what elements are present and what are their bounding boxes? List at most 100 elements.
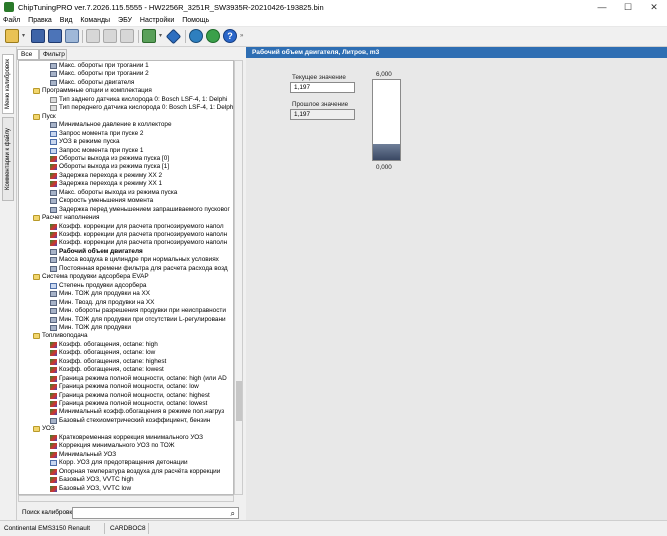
tree-item[interactable]: Задержка перехода к режиму ХХ 2 — [50, 172, 233, 181]
tab-calibration-menu[interactable]: Меню калибровок — [2, 54, 14, 114]
tree-item[interactable]: Обороты выхода из режима пуска [1] — [50, 163, 233, 172]
tree-item[interactable]: Граница режима полной мощности, octane: … — [50, 383, 233, 392]
tree-item[interactable]: Коррекция минимального УОЗ по ТОЖ — [50, 442, 233, 451]
tree-item[interactable]: Коэфф. обогащения, octane: highest — [50, 358, 233, 367]
current-value-field[interactable]: 1,197 — [290, 82, 355, 93]
tree-item[interactable]: Мин. ТОЖ для продувки при отсутствии L-р… — [50, 316, 233, 325]
write-ecu-icon[interactable] — [206, 29, 220, 43]
tree-item[interactable]: Макс. обороты при трогании 1 — [50, 62, 233, 71]
search-icon[interactable]: ⌕ — [231, 509, 235, 518]
tree-scroll-thumb[interactable] — [236, 381, 242, 421]
tree-item[interactable]: Тип переднего датчика кислорода 0: Bosch… — [50, 104, 233, 113]
tree-item[interactable]: Мин. обороты разрешения продувки при неи… — [50, 307, 233, 316]
tree-item[interactable]: Обороты выхода из режима пуска [0] — [50, 155, 233, 164]
save-icon[interactable] — [31, 29, 45, 43]
save-as-icon[interactable] — [48, 29, 62, 43]
tree-item[interactable]: Коэфф. коррекции для расчета прогнозируе… — [50, 231, 233, 240]
menu-edit[interactable]: Правка — [25, 15, 55, 27]
tree-item-label: Коэфф. обогащения, octane: low — [59, 349, 156, 357]
menu-view[interactable]: Вид — [57, 15, 76, 27]
curve-icon — [50, 477, 57, 484]
menu-commands[interactable]: Команды — [77, 15, 113, 27]
tree-group[interactable]: −Расчет наполнения — [33, 214, 233, 223]
toolbar-overflow-icon[interactable]: » — [240, 29, 246, 43]
tree-item-label: Коэфф. обогащения, octane: high — [59, 340, 158, 348]
paste-icon[interactable] — [103, 29, 117, 43]
tree-item-label: Тип переднего датчика кислорода 0: Bosch… — [59, 104, 233, 112]
tab-filter[interactable]: Фильтр — [39, 49, 67, 60]
tree-item[interactable]: Тип заднего датчика кислорода 0: Bosch L… — [50, 96, 233, 105]
tree-item[interactable]: Корр. УОЗ для предотвращения детонации — [50, 459, 233, 468]
tree-item[interactable]: Кратковременная коррекция минимального У… — [50, 434, 233, 443]
tree-item[interactable]: Базовый УОЗ, VVTC low — [50, 485, 233, 494]
tree-item[interactable]: Задержка перед уменьшением запрашиваемог… — [50, 206, 233, 215]
copy-icon[interactable] — [86, 29, 100, 43]
tree-group[interactable]: −Пуск — [33, 113, 233, 122]
tree-item[interactable]: Коэфф. коррекции для расчета прогнозируе… — [50, 239, 233, 248]
tree-item[interactable]: УОЗ в режиме пуска — [50, 138, 233, 147]
current-value-label: Текущее значение — [292, 74, 346, 81]
menu-settings[interactable]: Настройки — [137, 15, 177, 27]
tree-item[interactable]: Минимальный УОЗ — [50, 451, 233, 460]
tree-item[interactable]: Макс. обороты двигателя — [50, 79, 233, 88]
maximize-button[interactable]: ☐ — [615, 0, 641, 15]
read-ecu-icon[interactable] — [189, 29, 203, 43]
tree-item[interactable]: Минимальное давление в коллекторе — [50, 121, 233, 130]
help-icon[interactable]: ? — [223, 29, 237, 43]
tree-item[interactable]: Граница режима полной мощности, octane: … — [50, 400, 233, 409]
tree-item[interactable]: Коэфф. обогащения, octane: lowest — [50, 366, 233, 375]
value-gauge — [372, 79, 401, 161]
tree-item[interactable]: Мин. Твозд. для продувки на ХХ — [50, 299, 233, 308]
tree-item[interactable]: Рабочий объем двигателя — [50, 248, 233, 257]
tree-item[interactable]: Макс. обороты при трогании 2 — [50, 70, 233, 79]
checksum-icon[interactable] — [165, 28, 182, 45]
tree-item[interactable]: Запрос момента при пуске 1 — [50, 147, 233, 156]
tree-group[interactable]: −Система продувки адсорбера EVAP — [33, 273, 233, 282]
tree-item[interactable]: Минимальный коэфф.обогащения в режиме по… — [50, 408, 233, 417]
tree-item[interactable]: Коэфф. обогащения, octane: low — [50, 349, 233, 358]
tree-item[interactable]: Мин. ТОЖ для продувки — [50, 324, 233, 333]
tree-group[interactable]: −УОЗ — [33, 425, 233, 434]
tree-item[interactable]: Макс. обороты выхода из режима пуска — [50, 189, 233, 198]
tab-file-comments[interactable]: Комментарии к файлу — [2, 117, 14, 201]
compare-icon[interactable] — [120, 29, 134, 43]
tree-item[interactable]: Опорная температура воздуха для расчёта … — [50, 468, 233, 477]
tree-item-label: Система продувки адсорбера EVAP — [42, 273, 149, 281]
curve-icon — [50, 375, 57, 382]
tree-item[interactable]: Скорость уменьшения момента — [50, 197, 233, 206]
tree-item[interactable]: Базовый стехиометрический коэффициент, б… — [50, 417, 233, 426]
navigate-dropdown-icon[interactable]: ▾ — [159, 29, 165, 43]
tree-item[interactable]: Граница режима полной мощности, octane: … — [50, 392, 233, 401]
tree-vertical-scrollbar[interactable] — [234, 60, 243, 495]
tree-item[interactable]: Запрос момента при пуске 2 — [50, 130, 233, 139]
menu-help[interactable]: Помощь — [179, 15, 212, 27]
tree-item[interactable]: Граница режима полной мощности, octane: … — [50, 375, 233, 384]
tree-group[interactable]: −Программные опции и комплектация — [33, 87, 233, 96]
tab-all[interactable]: Все — [17, 49, 39, 60]
tree-item[interactable]: Постоянная времени фильтра для расчета р… — [50, 265, 233, 274]
tree-item-label: Тип заднего датчика кислорода 0: Bosch L… — [59, 95, 228, 103]
tree-item[interactable]: Задержка перехода к режиму ХХ 1 — [50, 180, 233, 189]
tree-item[interactable]: Коэфф. коррекции для расчета прогнозируе… — [50, 223, 233, 232]
menu-ecu[interactable]: ЭБУ — [115, 15, 135, 27]
tree-item[interactable]: Базовый УОЗ, VVTC high — [50, 476, 233, 485]
tree-item[interactable]: Коэфф. обогащения, octane: high — [50, 341, 233, 350]
undo-icon[interactable] — [65, 29, 79, 43]
open-dropdown-icon[interactable]: ▾ — [22, 29, 28, 43]
tree-item[interactable]: Масса воздуха в цилиндре при нормальных … — [50, 256, 233, 265]
close-button[interactable]: ✕ — [641, 0, 667, 15]
tree-group[interactable]: −Топливоподача — [33, 332, 233, 341]
curve-icon — [50, 341, 57, 348]
navigate-icon[interactable] — [142, 29, 156, 43]
tree-item[interactable]: Мин. ТОЖ для продувки на ХХ — [50, 290, 233, 299]
curve-icon — [50, 232, 57, 238]
tree-horizontal-scrollbar[interactable] — [18, 495, 234, 502]
tree-item-label: Коэфф. коррекции для расчета прогнозируе… — [59, 231, 228, 238]
tree-item-label: Топливоподача — [42, 332, 88, 340]
search-input[interactable]: ⌕ — [72, 507, 239, 519]
table-icon — [50, 139, 57, 146]
open-icon[interactable] — [5, 29, 19, 43]
menu-file[interactable]: Файл — [0, 15, 23, 27]
tree-item[interactable]: Степень продувки адсорбера — [50, 282, 233, 291]
minimize-button[interactable]: — — [589, 0, 615, 15]
